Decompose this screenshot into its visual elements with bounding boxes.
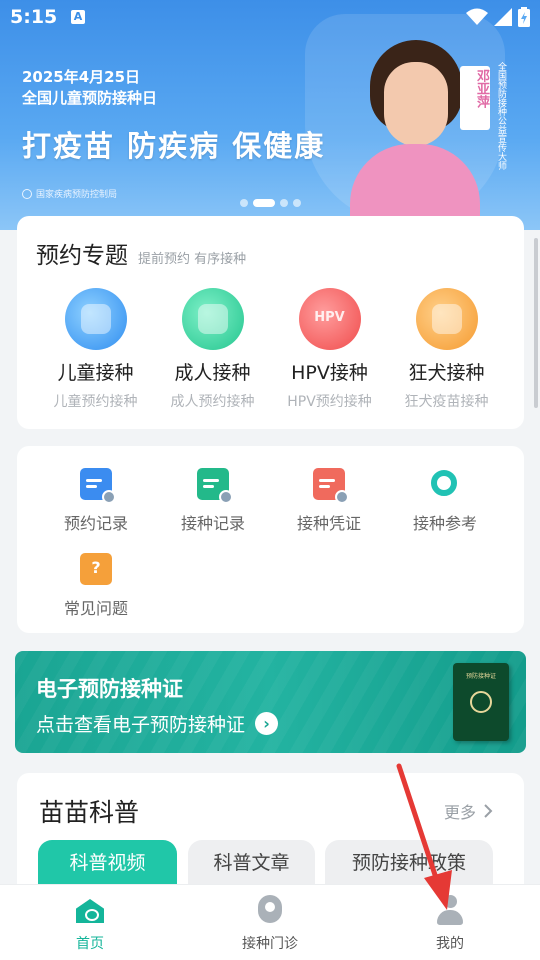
- vaccination-reference-icon: [429, 468, 461, 500]
- topic-hpv-vaccination[interactable]: HPV HPV接种 HPV预约接种: [271, 288, 388, 411]
- signal-icon: [494, 8, 512, 26]
- service-vaccination-record[interactable]: 接种记录: [154, 468, 272, 534]
- topic-adult-vaccination[interactable]: 成人接种 成人预约接种: [154, 288, 271, 411]
- more-link[interactable]: 更多: [444, 799, 493, 823]
- status-bar: 5:15 A: [0, 0, 540, 36]
- topic-desc: 儿童预约接种: [53, 394, 138, 410]
- bottom-navigation: 首页 接种门诊 我的: [0, 884, 540, 960]
- ambassador-title: 全国预防接种公益宣传大师: [496, 62, 506, 170]
- hpv-icon: HPV: [298, 288, 361, 350]
- home-icon: [74, 895, 106, 927]
- more-label: 更多: [444, 803, 477, 822]
- chevron-right-icon: [484, 804, 493, 818]
- topics-subtitle: 提前预约 有序接种: [138, 252, 247, 267]
- carousel-dot: [280, 199, 288, 207]
- system-icons: [466, 7, 530, 27]
- topic-name: 儿童接种: [57, 362, 134, 384]
- certificate-book-image: 预防接种证: [453, 663, 509, 741]
- appointment-topics-card: 预约专题 提前预约 有序接种 儿童接种 儿童预约接种 成人接种 成人预约接种 H…: [17, 216, 524, 429]
- faq-icon: ?: [80, 553, 112, 585]
- e-certificate-title: 电子预防接种证: [36, 677, 183, 701]
- battery-icon: [518, 7, 530, 27]
- e-certificate-link-text: 点击查看电子预防接种证: [36, 714, 246, 736]
- banner-date: 2025年4月25日: [22, 68, 141, 86]
- chevron-right-icon: ›: [255, 712, 279, 735]
- nav-profile[interactable]: 我的: [390, 895, 510, 953]
- tab-science-article[interactable]: 科普文章: [188, 840, 315, 886]
- tab-science-video[interactable]: 科普视频: [38, 840, 177, 886]
- topic-name: 成人接种: [174, 362, 251, 384]
- carousel-dot: [293, 199, 301, 207]
- banner-organization: 国家疾病预防控制局: [22, 187, 117, 200]
- ambassador-name: 邓亚萍: [474, 69, 489, 108]
- service-label: 预约记录: [63, 514, 128, 533]
- service-faq[interactable]: ? 常见问题: [37, 553, 155, 619]
- carousel-dot-active: [253, 199, 275, 207]
- nav-clinic[interactable]: 接种门诊: [210, 895, 330, 953]
- ambassador-nameplate: 邓亚萍: [460, 66, 490, 130]
- topics-header: 预约专题 提前预约 有序接种: [36, 236, 246, 270]
- clinic-location-icon: [254, 895, 286, 927]
- service-label: 接种凭证: [296, 514, 361, 533]
- tab-vaccination-policy[interactable]: 预防接种政策: [325, 840, 493, 886]
- topic-name: 狂犬接种: [408, 362, 485, 384]
- nav-label: 我的: [436, 936, 464, 952]
- e-certificate-link[interactable]: 点击查看电子预防接种证 ›: [36, 710, 279, 737]
- topic-child-vaccination[interactable]: 儿童接种 儿童预约接种: [37, 288, 154, 411]
- nav-label: 首页: [76, 936, 104, 952]
- rabies-icon: [415, 288, 478, 350]
- nav-home[interactable]: 首页: [30, 895, 150, 953]
- service-label: 常见问题: [63, 599, 128, 618]
- status-time: 5:15: [10, 6, 58, 28]
- profile-icon: [434, 895, 466, 927]
- vaccination-record-icon: [197, 468, 233, 504]
- topic-rabies-vaccination[interactable]: 狂犬接种 狂犬疫苗接种: [388, 288, 505, 411]
- carousel-indicator: [240, 199, 301, 207]
- banner-day-name: 全国儿童预防接种日: [22, 89, 158, 107]
- child-icon: [64, 288, 127, 350]
- appointment-record-icon: [80, 468, 116, 504]
- emblem-icon: [470, 691, 492, 713]
- org-logo-icon: [22, 188, 32, 199]
- topic-name: HPV接种: [291, 362, 368, 384]
- service-vaccination-certificate[interactable]: 接种凭证: [270, 468, 388, 534]
- topics-grid: 儿童接种 儿童预约接种 成人接种 成人预约接种 HPV HPV接种 HPV预约接…: [17, 288, 524, 411]
- topic-desc: 成人预约接种: [170, 394, 255, 410]
- service-vaccination-reference[interactable]: 接种参考: [386, 468, 504, 534]
- nav-label: 接种门诊: [242, 936, 298, 952]
- org-name: 国家疾病预防控制局: [36, 190, 118, 200]
- carousel-dot: [240, 199, 248, 207]
- science-title: 苗苗科普: [39, 798, 140, 827]
- e-certificate-banner[interactable]: 电子预防接种证 点击查看电子预防接种证 › 预防接种证: [15, 651, 526, 753]
- notification-a-icon: A: [71, 10, 85, 24]
- topic-desc: HPV预约接种: [287, 394, 372, 410]
- topics-title: 预约专题: [36, 243, 128, 269]
- certificate-book-title: 预防接种证: [465, 673, 496, 680]
- topic-desc: 狂犬疫苗接种: [404, 394, 489, 410]
- adult-icon: [181, 288, 244, 350]
- services-card: 预约记录 接种记录 接种凭证 接种参考 ? 常见问题: [17, 446, 524, 633]
- scrollbar[interactable]: [534, 238, 538, 408]
- service-appointment-record[interactable]: 预约记录: [37, 468, 155, 534]
- banner-slogan: 打疫苗 防疾病 保健康: [22, 129, 326, 163]
- service-label: 接种记录: [180, 514, 245, 533]
- wifi-icon: [466, 8, 488, 25]
- service-label: 接种参考: [412, 514, 477, 533]
- vaccination-certificate-icon: [313, 468, 349, 504]
